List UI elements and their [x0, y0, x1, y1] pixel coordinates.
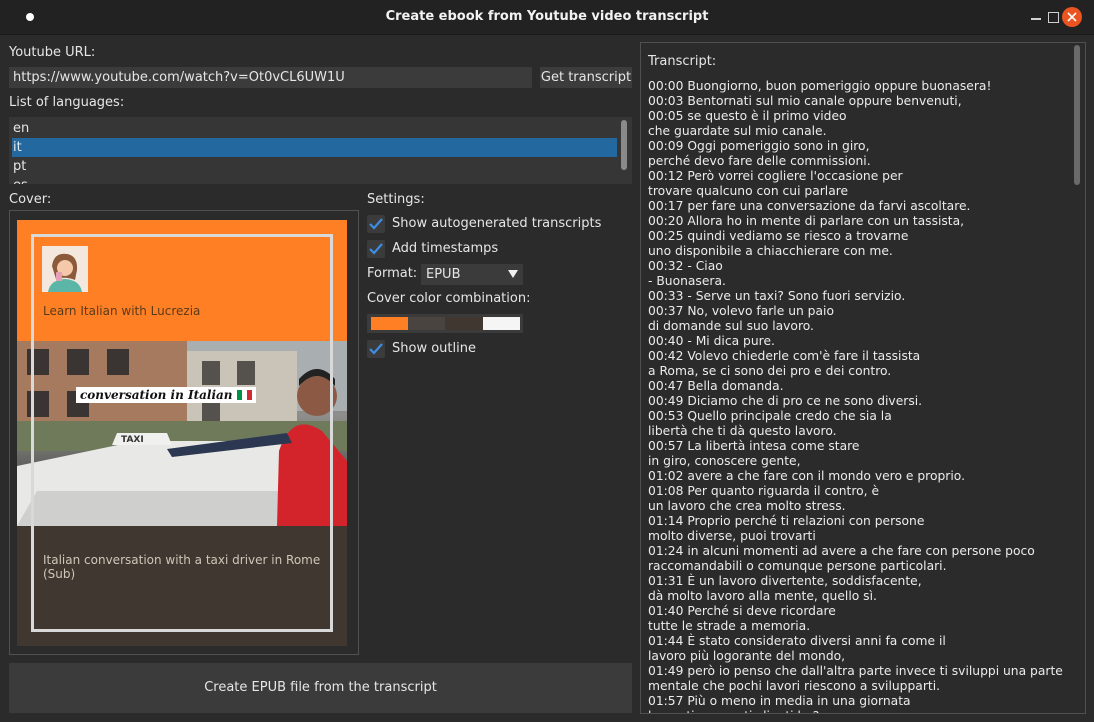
transcript-line: di domande sul suo lavoro. [648, 319, 814, 333]
languages-list[interactable]: en it pt es [9, 117, 632, 184]
cover-color-combo[interactable] [367, 314, 523, 333]
transcript-line: - Buonasera. [648, 274, 726, 288]
cover-outline [31, 234, 333, 632]
transcript-line: uno disponibile a chiacchierare con me. [648, 244, 893, 258]
transcript-line: 00:12 Però vorrei cogliere l'occasione p… [648, 169, 903, 183]
transcript-line: 01:44 È stato considerato diversi anni f… [648, 634, 946, 648]
transcript-line: lavorativa quanti clienti ha? [648, 709, 1068, 713]
transcript-scrollbar-thumb[interactable] [1074, 45, 1080, 185]
transcript-line: raccomandabili o comunque persone partic… [648, 559, 947, 573]
transcript-line: 00:20 Allora ho in mente di parlare con … [648, 214, 965, 228]
transcript-line: mentale che pochi lavori riescono a svil… [648, 679, 941, 693]
title-bar: Create ebook from Youtube video transcri… [0, 0, 1094, 35]
transcript-line: 00:40 - Mi dica pure. [648, 334, 775, 348]
transcript-line: in giro, conoscere gente, [648, 454, 801, 468]
transcript-line: 00:17 per fare una conversazione da farv… [648, 199, 971, 213]
transcript-line: 00:57 La libertà intesa come stare [648, 439, 860, 453]
transcript-line: dà molto lavoro alla mente, quello sì. [648, 589, 877, 603]
show-outline-label[interactable]: Show outline [392, 341, 476, 356]
transcript-line: 01:40 Perché si deve ricordare [648, 604, 836, 618]
transcript-scrollbar[interactable] [1072, 45, 1082, 711]
transcript-line: un lavoro che crea molto stress. [648, 499, 846, 513]
transcript-line: trovare qualcuno con cui parlare [648, 184, 849, 198]
languages-label: List of languages: [9, 95, 125, 110]
transcript-line: 01:02 avere a che fare con il mondo vero… [648, 469, 965, 483]
cover-color-label: Cover color combination: [367, 291, 531, 306]
window-title: Create ebook from Youtube video transcri… [385, 9, 709, 24]
transcript-line: 00:25 quindi vediamo se riesco a trovarn… [648, 229, 909, 243]
transcript-line: 00:00 Buongiorno, buon pomeriggio oppure… [648, 79, 992, 93]
color-swatch-dark-gray [408, 317, 445, 330]
transcript-line: libertà che ti dà questo lavoro. [648, 424, 837, 438]
transcript-line: 00:33 - Serve un taxi? Sono fuori serviz… [648, 289, 906, 303]
transcript-line: 00:49 Diciamo che di pro ce ne sono dive… [648, 394, 923, 408]
close-icon [1067, 12, 1077, 22]
transcript-line: 01:14 Proprio perché ti relazioni con pe… [648, 514, 925, 528]
checkmark-icon [369, 343, 383, 355]
dropdown-arrow-icon [508, 270, 518, 278]
color-swatch-white [483, 317, 520, 330]
transcript-line: 01:24 in alcuni momenti ad avere a che f… [648, 544, 1035, 558]
transcript-line: 01:08 Per quanto riguarda il contro, è [648, 484, 880, 498]
transcript-line: 00:37 No, volevo farle un paio [648, 304, 834, 318]
transcript-line: a Roma, se ci sono dei pro e dei contro. [648, 364, 892, 378]
transcript-line: 01:31 È un lavoro divertente, soddisface… [648, 574, 922, 588]
language-item-es[interactable]: es [12, 176, 617, 184]
color-swatch-brown [445, 317, 483, 330]
create-epub-button[interactable]: Create EPUB file from the transcript [9, 663, 632, 713]
color-swatch-orange [371, 317, 408, 330]
transcript-line: lavoro più logorante del mondo, [648, 649, 846, 663]
url-label: Youtube URL: [9, 45, 96, 60]
transcript-line: 00:03 Bentornati sul mio canale oppure b… [648, 94, 962, 108]
languages-scrollbar[interactable] [621, 120, 627, 170]
transcript-line: 00:42 Volevo chiederle com'è fare il tas… [648, 349, 921, 363]
show-autogenerated-checkbox[interactable] [367, 215, 385, 233]
transcript-line: che guardate sul mio canale. [648, 124, 827, 138]
get-transcript-button[interactable]: Get transcript [540, 67, 632, 88]
checkmark-icon [369, 243, 383, 255]
transcript-line: perché devo fare delle commissioni. [648, 154, 871, 168]
transcript-label: Transcript: [648, 54, 717, 69]
transcript-line: 01:57 Più o meno in media in una giornat… [648, 694, 911, 708]
transcript-line: 00:09 Oggi pomeriggio sono in giro, [648, 139, 870, 153]
show-outline-checkbox[interactable] [367, 340, 385, 358]
transcript-panel[interactable]: Transcript: 00:00 Buongiorno, buon pomer… [640, 42, 1086, 714]
url-input[interactable] [9, 67, 532, 88]
transcript-line: 00:05 se questo è il primo video [648, 109, 847, 123]
add-timestamps-label[interactable]: Add timestamps [392, 241, 498, 256]
show-autogenerated-label[interactable]: Show autogenerated transcripts [392, 216, 601, 231]
transcript-line: 01:49 però io penso che dall'altra parte… [648, 664, 1063, 678]
format-select[interactable]: EPUB [421, 264, 523, 285]
format-label: Format: [367, 266, 418, 281]
transcript-line: 00:47 Bella domanda. [648, 379, 784, 393]
add-timestamps-checkbox[interactable] [367, 240, 385, 258]
language-item-it[interactable]: it [12, 138, 617, 157]
close-button[interactable] [1062, 7, 1082, 27]
settings-label: Settings: [367, 192, 425, 207]
cover-label: Cover: [9, 192, 52, 207]
transcript-line: molto diverse, puoi trovarti [648, 529, 816, 543]
checkmark-icon [369, 218, 383, 230]
language-item-pt[interactable]: pt [12, 157, 617, 176]
maximize-button[interactable] [1042, 7, 1064, 27]
transcript-line: 00:53 Quello principale credo che sia la [648, 409, 892, 423]
language-item-en[interactable]: en [12, 119, 617, 138]
transcript-line: 00:32 - Ciao [648, 259, 723, 273]
transcript-line: tutte le strade a memoria. [648, 619, 811, 633]
format-select-value: EPUB [426, 267, 461, 282]
transcript-text[interactable]: 00:00 Buongiorno, buon pomeriggio oppure… [648, 79, 1068, 713]
